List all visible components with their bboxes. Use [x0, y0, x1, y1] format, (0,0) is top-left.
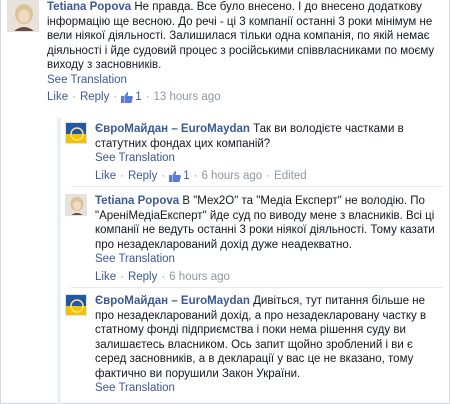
- comment-1-like-number: 1: [135, 91, 142, 103]
- comment-1-timestamp[interactable]: 13 hours ago: [153, 90, 220, 105]
- separator-dot: ·: [161, 270, 166, 283]
- reply-3-see-translation[interactable]: See Translation: [95, 381, 435, 396]
- comment-1-author[interactable]: Tetiana Popova: [47, 1, 131, 13]
- reply-2-actions: Like · Reply · 6 hours ago: [95, 270, 435, 285]
- reply-3-body: ЄвроМайдан – EuroMaydan Дивіться, тут пи…: [95, 294, 435, 396]
- reply-1-actions: Like · Reply · 1 · 6 hours ago · Edited: [95, 169, 435, 184]
- separator-dot: ·: [161, 169, 166, 182]
- reply-1-see-translation[interactable]: See Translation: [95, 151, 435, 166]
- reply-1: ЄвроМайдан – EuroMaydan Так ви володієте…: [65, 122, 443, 183]
- reply-2-timestamp[interactable]: 6 hours ago: [169, 270, 230, 285]
- reply-thread-line: [57, 118, 61, 404]
- comment-1-see-translation[interactable]: See Translation: [47, 73, 443, 88]
- reply-1-like-number: 1: [183, 169, 190, 182]
- separator-dot: ·: [193, 169, 198, 182]
- reply-divider: [71, 287, 443, 288]
- thumbs-up-icon: [169, 170, 182, 182]
- separator-dot: ·: [113, 91, 118, 103]
- avatar-tetiana-popova[interactable]: [65, 194, 87, 216]
- comment-1-body: Tetiana Popova Не правда. Все було внесе…: [47, 0, 443, 105]
- reply-3-text: Дивіться, тут питання більше не про неза…: [95, 295, 427, 380]
- comment-1-text-block: Tetiana Popova Не правда. Все було внесе…: [47, 0, 443, 73]
- reply-1-text-block: ЄвроМайдан – EuroMaydan Так ви володієте…: [95, 122, 435, 151]
- reply-2-author[interactable]: Tetiana Popova: [95, 195, 179, 207]
- comment-1-like-button[interactable]: Like: [47, 90, 68, 105]
- avatar-tetiana-popova[interactable]: [7, 0, 39, 32]
- separator-dot: ·: [266, 169, 271, 182]
- reply-2-text-block: Tetiana Popova В "Мех2О" та "Медіа Експе…: [95, 194, 435, 252]
- separator-dot: ·: [120, 169, 124, 182]
- reply-2-reply-button[interactable]: Reply: [128, 270, 157, 285]
- reply-1-like-button[interactable]: Like: [95, 169, 116, 184]
- reply-divider: [71, 186, 443, 187]
- avatar-euromaydan[interactable]: [65, 294, 87, 316]
- reply-3-text-block: ЄвроМайдан – EuroMaydan Дивіться, тут пи…: [95, 294, 435, 381]
- reply-2-body: Tetiana Popova В "Мех2О" та "Медіа Експе…: [95, 194, 435, 284]
- separator-dot: ·: [145, 91, 150, 103]
- reply-2-see-translation[interactable]: See Translation: [95, 252, 435, 267]
- comment-1-reply-button[interactable]: Reply: [80, 90, 109, 105]
- avatar-euromaydan[interactable]: [65, 122, 87, 144]
- reply-3: ЄвроМайдан – EuroMaydan Дивіться, тут пи…: [65, 294, 443, 396]
- comments-panel: Tetiana Popova Не правда. Все було внесе…: [0, 0, 450, 404]
- reply-1-author[interactable]: ЄвроМайдан – EuroMaydan: [95, 123, 250, 135]
- reply-1-reply-button[interactable]: Reply: [128, 169, 157, 184]
- reply-1-like-count[interactable]: 1: [169, 169, 190, 184]
- reply-1-edited-label[interactable]: Edited: [274, 169, 307, 184]
- comment-1: Tetiana Popova Не правда. Все було внесе…: [7, 0, 443, 105]
- separator-dot: ·: [120, 270, 124, 283]
- reply-3-author[interactable]: ЄвроМайдан – EuroMaydan: [95, 295, 250, 307]
- comment-1-actions: Like · Reply · 1 · 13 hours ago: [47, 90, 443, 105]
- thumbs-up-icon: [121, 92, 134, 104]
- reply-1-body: ЄвроМайдан – EuroMaydan Так ви володієте…: [95, 122, 435, 183]
- reply-1-timestamp[interactable]: 6 hours ago: [201, 169, 262, 184]
- reply-2-like-button[interactable]: Like: [95, 270, 116, 285]
- separator-dot: ·: [72, 91, 76, 103]
- reply-2: Tetiana Popova В "Мех2О" та "Медіа Експе…: [65, 194, 443, 284]
- comment-1-like-count[interactable]: 1: [121, 90, 142, 105]
